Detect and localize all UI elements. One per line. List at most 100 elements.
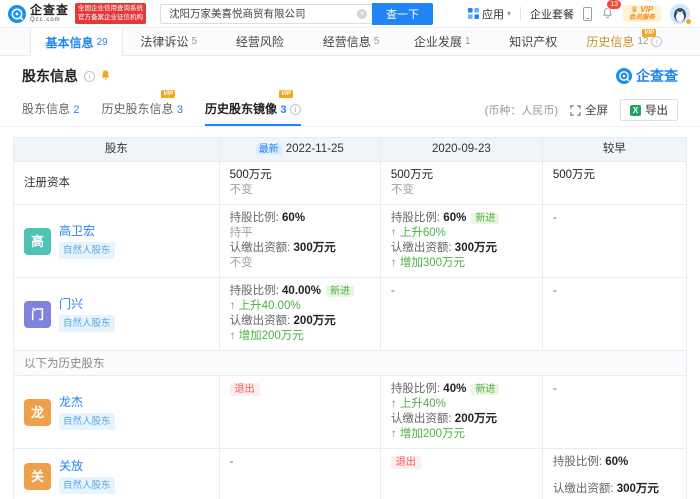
shareholder-row-0: 高 高卫宏 自然人股东 持股比例: 60% 持平 认缴出资额: 300万元 不变 持股比… [14,205,686,278]
unchanged-line: 不变 [229,184,253,196]
notification-badge: 13 [606,0,622,10]
nav-tab-label: 历史信息 [586,35,635,49]
nav-tab-0[interactable]: 基本信息 29 [30,28,124,56]
shareholder-identity: 门 门兴 自然人股东 [14,278,220,350]
nav-tab-1[interactable]: 法律诉讼 5 [123,28,214,55]
shareholder-name-link[interactable]: 门兴 [59,297,115,312]
registered-capital-label: 注册资本 [14,162,220,204]
nav-tab-6[interactable]: VIP 历史信息 12 i [579,28,670,55]
chevron-down-icon: ▾ [506,9,511,18]
search-button[interactable]: 查一下 [372,2,434,25]
shareholder-type-tag: 自然人股东 [59,412,115,430]
shareholder-identity: 高 高卫宏 自然人股东 [14,205,220,277]
nav-tab-label: 经营风险 [235,35,284,49]
increase-line: ↑ 增加200万元 [229,330,304,342]
company-nav-tabs: 基本信息 29 法律诉讼 5 经营风险 经营信息 5 企业发展 1 知识产权 V… [0,28,700,56]
section-title: 股东信息 [22,68,78,84]
export-button[interactable]: X 导出 [620,99,678,121]
shareholder-row-1: 门 门兴 自然人股东 持股比例: 40.00% 新进 ↑ 上升40.00% 认缴出资额… [14,278,686,351]
mobile-app-icon[interactable] [583,6,592,21]
clear-icon[interactable]: × [357,8,368,19]
value-line: 500万元 [552,169,596,181]
nav-tab-label: 基本信息 [45,35,94,50]
nav-tab-count: 12 [637,36,649,47]
period-cell: 持股比例: 40.00% 新进 ↑ 上升40.00% 认缴出资额: 200万元 ↑ 增加… [220,278,381,350]
vip-membership-badge[interactable]: ♛ VIP 会员服务 [623,4,661,23]
nav-tab-label: 法律诉讼 [140,35,189,49]
top-right-menu: 应用 ▾ 企业套餐 13 ♛ VIP 会员服务 [467,0,692,25]
col-date-earlier: 2020-09-23 [381,138,543,161]
period-cell: - [543,278,686,350]
crown-icon: ♛ [630,4,639,14]
subtab-label: 历史股东信息 [101,102,174,116]
notifications[interactable]: 13 [601,0,622,22]
empty-dash: - [552,285,557,297]
shareholder-name-link[interactable]: 关放 [59,459,115,474]
brand-domain: Qcc.com [30,17,61,23]
exit-badge: 退出 [229,383,260,396]
shareholder-row-2: 龙 龙杰 自然人股东 退出 持股比例: 40% 新进 ↑ 上升40% 认缴出资额: 20… [14,376,686,449]
fullscreen-button[interactable]: 全屏 [570,102,608,118]
user-avatar[interactable] [670,3,692,25]
shareholder-name-link[interactable]: 高卫宏 [59,224,115,239]
subtab-0[interactable]: 股东信息 2 [22,96,79,126]
info-icon[interactable]: i [84,70,95,82]
unchanged-line: 不变 [390,184,414,196]
qcc-logo-icon [8,4,26,23]
period-cell: - [381,278,543,350]
shareholder-type-tag: 自然人股东 [59,241,115,259]
empty-dash: - [229,456,234,468]
shareholder-type-tag: 自然人股东 [59,476,115,494]
increase-line: ↑ 增加200万元 [390,428,466,440]
subtab-2[interactable]: VIP 历史股东镜像 3 i [204,90,301,126]
empty-dash: - [552,212,557,224]
avatar-status-dot [685,17,692,25]
nav-tab-count: 5 [373,36,380,47]
subtab-1[interactable]: VIP 历史股东信息 3 [101,90,183,126]
alert-bell-icon[interactable] [100,68,111,84]
nav-tab-5[interactable]: 知识产权 [488,28,579,55]
shareholder-identity: 关 关放 自然人股东 [14,449,220,499]
period-cell: 退出 [381,449,543,499]
increase-line: ↑ 上升40.00% [229,300,301,312]
value-line: 500万元 [390,169,434,181]
vip-badge: VIP [161,90,175,98]
info-icon[interactable]: i [289,104,301,116]
divider [520,7,521,20]
brand-name: 企查查 [30,3,70,17]
increase-line: ↑ 上升60% [390,227,446,239]
exit-line: 退出 [229,382,370,397]
enterprise-package-link[interactable]: 企业套餐 [530,6,574,22]
shareholder-row-3: 关 关放 自然人股东 - 退出 持股比例: 60% 认缴出资额: 300万元 [14,449,686,499]
nav-tab-label: 企业发展 [413,35,462,49]
period-cell: - [543,205,686,277]
info-icon[interactable]: i [651,36,663,47]
qcc-logo[interactable]: 企查查 Qcc.com 全国企业信用查询系统 官方备案企业征信机构 [8,3,147,24]
shareholder-mirror-table: 股东 最新 2022-11-25 2020-09-23 较早 注册资本 500万元… [13,137,687,499]
shareholder-avatar: 龙 [24,398,51,426]
search-input[interactable] [160,3,373,24]
period-cell: 持股比例: 40% 新进 ↑ 上升40% 认缴出资额: 200万元 ↑ 增加200万元 [381,376,543,448]
qcc-logo-icon-small [616,68,632,84]
nav-tab-label: 经营信息 [322,35,371,49]
nav-tab-2[interactable]: 经营风险 [214,28,305,55]
col-date-latest: 最新 2022-11-25 [220,138,381,161]
shareholder-name-link[interactable]: 龙杰 [59,395,115,410]
subtab-count: 3 [176,104,183,116]
apps-menu[interactable]: 应用 ▾ [467,6,511,22]
fullscreen-icon [570,104,581,116]
excel-icon: X [630,104,641,116]
col-earliest: 较早 [602,143,626,155]
period-cell: - [543,376,686,448]
nav-tab-count: 29 [96,36,108,48]
table-header-row: 股东 最新 2022-11-25 2020-09-23 较早 [14,138,686,162]
subtab-label: 历史股东镜像 [204,102,277,116]
nav-tab-4[interactable]: 企业发展 1 [397,28,488,55]
latest-badge: 最新 [255,144,282,155]
subtab-label: 股东信息 [22,102,71,116]
period-cell: - [220,449,381,499]
vip-badge: VIP [279,90,293,98]
nav-tab-3[interactable]: 经营信息 5 [305,28,396,55]
apps-grid-icon [467,8,479,19]
subtab-row: 股东信息 2 VIP 历史股东信息 3 VIP 历史股东镜像 3 i (币种：人… [0,86,700,127]
